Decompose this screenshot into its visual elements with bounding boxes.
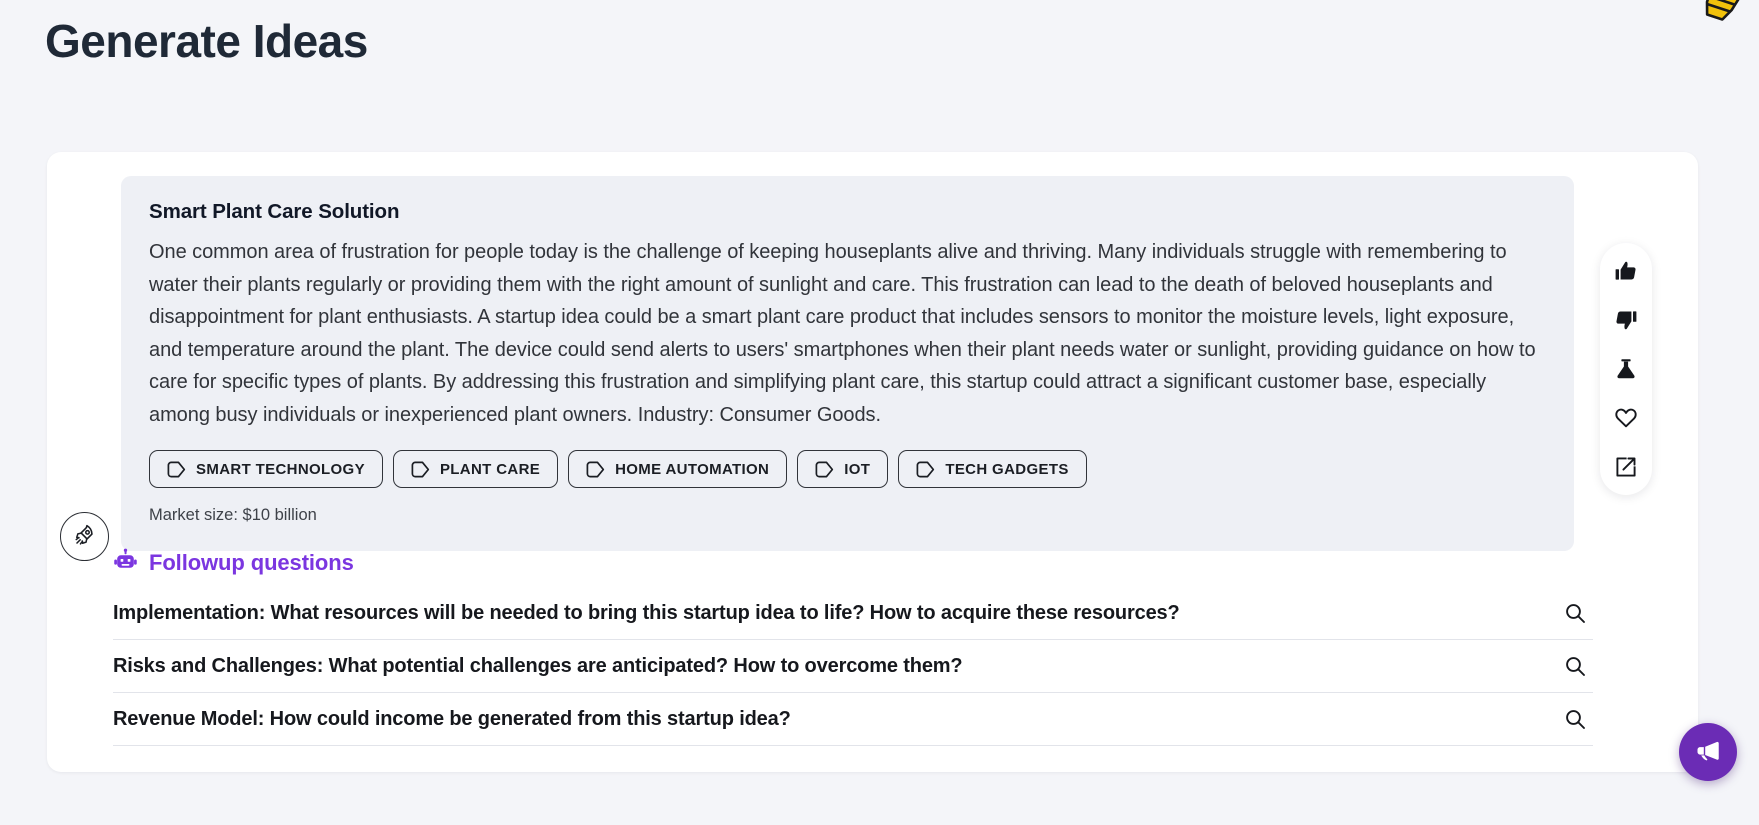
tag-icon: [586, 461, 605, 478]
page-title: Generate Ideas: [45, 15, 368, 67]
followup-question-row[interactable]: Revenue Model: How could income be gener…: [113, 693, 1593, 746]
thumbs-down-icon[interactable]: [1610, 304, 1642, 336]
tag-label: SMART TECHNOLOGY: [196, 460, 365, 478]
tag-icon: [167, 461, 186, 478]
tag-label: HOME AUTOMATION: [615, 460, 770, 478]
rocket-icon: [72, 522, 98, 551]
followup-question-list: Implementation: What resources will be n…: [113, 587, 1593, 746]
followup-title: Followup questions: [149, 550, 354, 575]
tag-icon: [916, 461, 935, 478]
megaphone-icon: [1694, 737, 1722, 768]
external-link-icon[interactable]: [1610, 451, 1642, 483]
followup-question-row[interactable]: Implementation: What resources will be n…: [113, 587, 1593, 640]
action-rail: [1600, 243, 1652, 495]
tag-label: TECH GADGETS: [945, 460, 1069, 478]
thumbs-up-icon[interactable]: [1610, 255, 1642, 287]
tag-chip-home-automation[interactable]: HOME AUTOMATION: [568, 450, 788, 488]
followup-question-text: Implementation: What resources will be n…: [113, 601, 1180, 624]
robot-icon: [113, 548, 138, 578]
followup-section: Followup questions Implementation: What …: [113, 548, 1593, 746]
idea-title: Smart Plant Care Solution: [149, 200, 400, 223]
tag-icon: [815, 461, 834, 478]
followup-question-text: Revenue Model: How could income be gener…: [113, 707, 791, 730]
idea-card: Smart Plant Care Solution One common are…: [47, 152, 1698, 772]
followup-question-row[interactable]: Risks and Challenges: What potential cha…: [113, 640, 1593, 693]
tag-chip-smart-technology[interactable]: SMART TECHNOLOGY: [149, 450, 383, 488]
market-size: Market size: $10 billion: [149, 506, 317, 524]
search-icon[interactable]: [1563, 601, 1587, 625]
idea-description: One common area of frustration for peopl…: [149, 241, 1536, 426]
tag-chip-iot[interactable]: IOT: [797, 450, 889, 488]
app-page: Generate Ideas Smart Plant Care Solution…: [0, 0, 1759, 825]
flask-icon[interactable]: [1610, 353, 1642, 385]
tag-list: SMART TECHNOLOGY PLANT CARE HOME AUTOMAT…: [149, 450, 1546, 488]
idea-panel: Smart Plant Care Solution One common are…: [121, 176, 1574, 551]
tag-chip-plant-care[interactable]: PLANT CARE: [392, 450, 559, 488]
followup-question-text: Risks and Challenges: What potential cha…: [113, 654, 963, 677]
heart-icon[interactable]: [1610, 402, 1642, 434]
tag-label: PLANT CARE: [439, 460, 541, 478]
followup-header: Followup questions: [113, 548, 1593, 578]
tag-icon: [411, 461, 430, 478]
tag-label: IOT: [844, 460, 871, 478]
search-icon[interactable]: [1563, 654, 1587, 678]
rocket-icon-button[interactable]: [60, 512, 109, 561]
feedback-fab-button[interactable]: [1679, 723, 1737, 781]
search-icon[interactable]: [1563, 707, 1587, 731]
tag-chip-tech-gadgets[interactable]: TECH GADGETS: [898, 450, 1087, 488]
pointing-hand-cursor-icon: [1687, 0, 1753, 32]
